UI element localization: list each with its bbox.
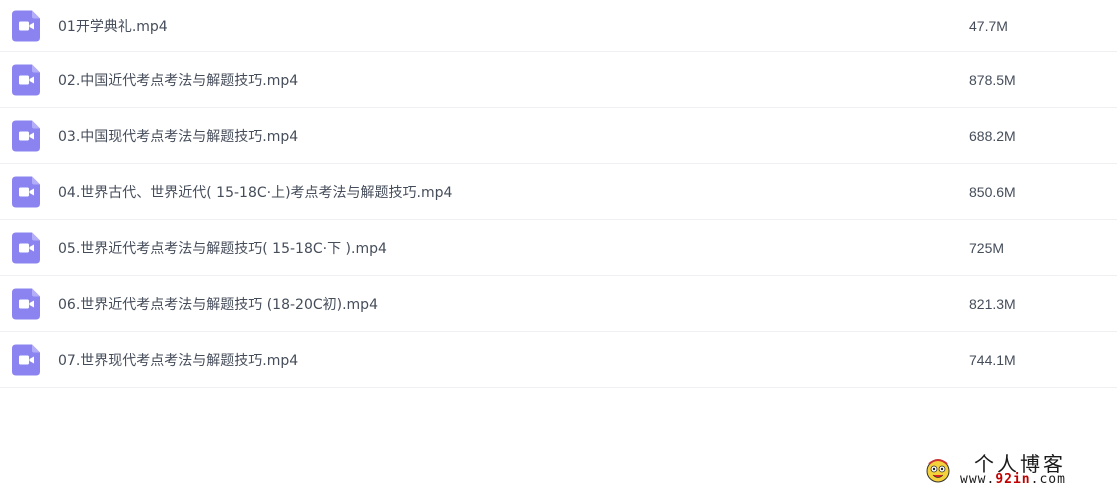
video-file-icon	[12, 10, 40, 41]
file-name[interactable]: 05.世界近代考点考法与解题技巧( 15-18C·下 ).mp4	[58, 238, 387, 258]
file-name[interactable]: 01开学典礼.mp4	[58, 16, 168, 36]
video-file-icon	[12, 288, 40, 319]
file-size: 744.1M	[969, 351, 1016, 368]
watermark-url: www.92in.com	[960, 472, 1066, 487]
video-file-icon	[12, 120, 40, 151]
mascot-icon	[926, 459, 950, 483]
file-name[interactable]: 04.世界古代、世界近代( 15-18C·上)考点考法与解题技巧.mp4	[58, 182, 452, 202]
file-name[interactable]: 02.中国近代考点考法与解题技巧.mp4	[58, 70, 298, 90]
file-row[interactable]: 02.中国近代考点考法与解题技巧.mp4 878.5M	[0, 52, 1117, 108]
video-file-icon	[12, 232, 40, 263]
file-size: 878.5M	[969, 71, 1016, 88]
video-file-icon	[12, 176, 40, 207]
file-row[interactable]: 05.世界近代考点考法与解题技巧( 15-18C·下 ).mp4 725M	[0, 220, 1117, 276]
file-size: 821.3M	[969, 295, 1016, 312]
file-name[interactable]: 06.世界近代考点考法与解题技巧 (18-20C初).mp4	[58, 294, 378, 314]
file-name[interactable]: 07.世界现代考点考法与解题技巧.mp4	[58, 350, 298, 370]
file-size: 688.2M	[969, 127, 1016, 144]
file-row[interactable]: 01开学典礼.mp4 47.7M	[0, 0, 1117, 52]
file-row[interactable]: 04.世界古代、世界近代( 15-18C·上)考点考法与解题技巧.mp4 850.…	[0, 164, 1117, 220]
video-file-icon	[12, 344, 40, 375]
file-size: 850.6M	[969, 183, 1016, 200]
file-row[interactable]: 03.中国现代考点考法与解题技巧.mp4 688.2M	[0, 108, 1117, 164]
file-size: 725M	[969, 239, 1005, 256]
file-list: 01开学典礼.mp4 47.7M 02.中国近代考点考法与解题技巧.mp4 878.5…	[0, 0, 1117, 388]
file-name[interactable]: 03.中国现代考点考法与解题技巧.mp4	[58, 126, 298, 146]
file-size: 47.7M	[969, 17, 1008, 34]
blog-watermark: 个人博客 www.92in.com	[924, 452, 1109, 490]
file-row[interactable]: 06.世界近代考点考法与解题技巧 (18-20C初).mp4 821.3M	[0, 276, 1117, 332]
file-row[interactable]: 07.世界现代考点考法与解题技巧.mp4 744.1M	[0, 332, 1117, 388]
video-file-icon	[12, 64, 40, 95]
